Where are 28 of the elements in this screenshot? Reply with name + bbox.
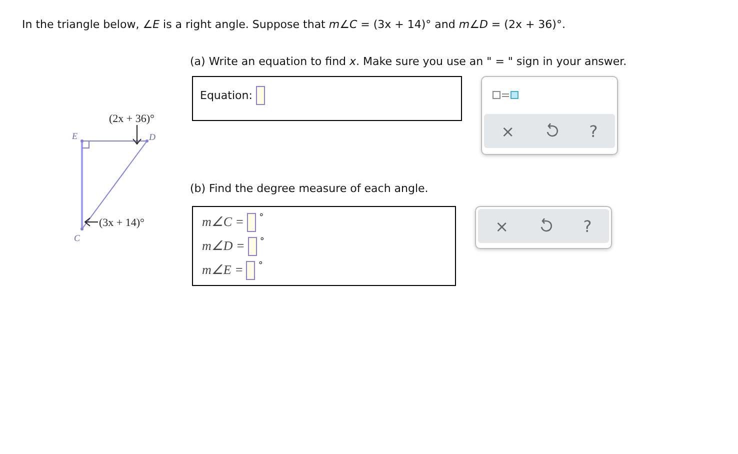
degree-unit: ° xyxy=(260,236,264,246)
problem-statement: In the triangle below, ∠E is a right angle. Suppose that m∠C = (3x + 14)° and m∠D = (2x + 36)°. xyxy=(22,18,566,31)
degree-unit: ° xyxy=(258,260,263,270)
clear-button[interactable]: × xyxy=(491,216,513,236)
clear-button[interactable]: × xyxy=(497,122,519,140)
vertex-label: D xyxy=(149,132,156,142)
undo-icon[interactable] xyxy=(544,123,559,139)
equation-template-icon[interactable] xyxy=(492,90,520,100)
undo-icon[interactable] xyxy=(538,218,553,234)
input-field[interactable] xyxy=(247,212,256,232)
angle-label: (2x + 36)° xyxy=(109,113,154,125)
arrow-icon xyxy=(132,124,142,145)
question-text: (b) Find the degree measure of each angle. xyxy=(190,182,430,195)
help-button[interactable]: ? xyxy=(579,216,596,236)
degree-unit: ° xyxy=(259,212,264,222)
input-field[interactable] xyxy=(256,86,266,105)
input-field[interactable] xyxy=(248,236,257,256)
field-label: Equation: xyxy=(200,89,252,102)
angle-expression: m∠C = xyxy=(202,214,244,230)
help-button[interactable]: ? xyxy=(585,122,602,140)
input-field[interactable] xyxy=(246,260,256,280)
angle-expression: m∠D = xyxy=(202,238,245,254)
vertex-label: C xyxy=(74,233,80,243)
vertex-label: E xyxy=(72,131,78,141)
angle-expression: m∠E = xyxy=(202,262,244,278)
angle-label: (3x + 14)° xyxy=(99,217,144,229)
arrow-icon xyxy=(84,218,98,226)
question-text: (a) Write an equation to find x. Make sure you use an " = " sign in your answer. xyxy=(190,55,627,68)
